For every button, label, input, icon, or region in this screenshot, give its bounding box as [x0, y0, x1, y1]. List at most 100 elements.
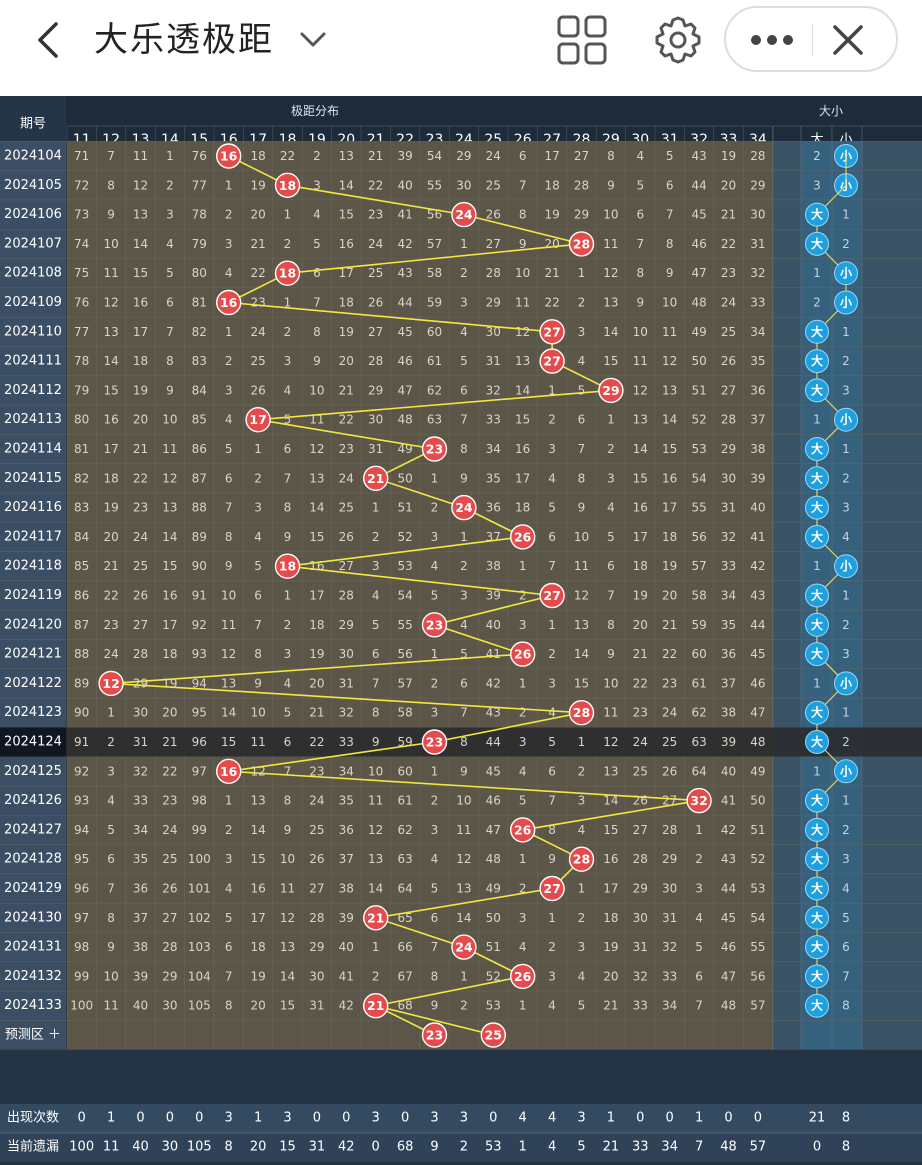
miss-value: 18 — [309, 618, 324, 632]
hit-ball-label: 26 — [514, 969, 532, 984]
miss-value: 6 — [607, 559, 615, 573]
miss-value: 48 — [486, 852, 501, 866]
miss-value: 46 — [486, 794, 501, 808]
miss-value: 99 — [74, 969, 89, 983]
miss-value: 2 — [578, 764, 586, 778]
miss-value: 71 — [74, 149, 89, 163]
miss-value: 24 — [309, 794, 324, 808]
miss-value: 91 — [192, 589, 207, 603]
big-ball-label: 大 — [811, 998, 823, 1013]
miss-value: 21 — [162, 735, 177, 749]
big-miss-value: 1 — [813, 266, 821, 280]
small-ball-label: 小 — [840, 675, 852, 690]
miss-value: 31 — [309, 999, 324, 1013]
big-ball-label: 大 — [811, 822, 823, 837]
miss-value: 19 — [339, 325, 354, 339]
miss-value: 24 — [486, 149, 501, 163]
issue-number-2024130: 2024130 — [4, 910, 62, 925]
miss-value: 6 — [107, 852, 115, 866]
miss-value: 55 — [691, 501, 706, 515]
small-ball-label: 小 — [840, 412, 852, 427]
issue-number-2024109: 2024109 — [4, 295, 62, 310]
miss-value: 24 — [633, 735, 648, 749]
miss-value: 14 — [662, 413, 677, 427]
miss-value: 41 — [486, 647, 501, 661]
miss-value: 36 — [339, 823, 354, 837]
gear-icon[interactable] — [650, 12, 706, 68]
miss-value: 92 — [74, 764, 89, 778]
close-icon[interactable] — [830, 22, 866, 58]
miss-value: 16 — [339, 237, 354, 251]
miss-value: 2 — [460, 559, 468, 573]
miss-value: 11 — [162, 442, 177, 456]
miss-value: 31 — [368, 442, 383, 456]
miss-value: 21 — [368, 149, 383, 163]
miss-value: 14 — [603, 325, 618, 339]
more-icon[interactable] — [746, 26, 798, 54]
miss-value: 26 — [721, 354, 736, 368]
miss-value: 30 — [750, 208, 765, 222]
grid-icon[interactable] — [556, 14, 608, 66]
miss-value: 23 — [103, 618, 118, 632]
miss-value: 35 — [486, 471, 501, 485]
miss-value: 6 — [284, 735, 292, 749]
miss-value: 4 — [607, 501, 615, 515]
stats-value: 0 — [754, 1111, 762, 1126]
miss-value: 18 — [162, 647, 177, 661]
miss-value: 4 — [636, 149, 644, 163]
miss-value: 5 — [225, 442, 233, 456]
small-ball-label: 小 — [840, 558, 852, 573]
miss-value: 22 — [133, 471, 148, 485]
miss-value: 2 — [254, 471, 262, 485]
miss-value: 8 — [431, 969, 439, 983]
miss-value: 46 — [691, 237, 706, 251]
stats-value: 4 — [548, 1140, 556, 1155]
miss-value: 18 — [250, 149, 265, 163]
miss-value: 7 — [431, 940, 439, 954]
miss-value: 7 — [372, 676, 380, 690]
miss-value: 10 — [221, 589, 236, 603]
hit-ball-label: 26 — [514, 529, 532, 544]
miss-value: 9 — [548, 852, 556, 866]
miss-value: 5 — [225, 911, 233, 925]
miss-value: 13 — [456, 882, 471, 896]
hit-ball-label: 18 — [279, 266, 296, 281]
miss-value: 14 — [103, 354, 118, 368]
miss-value: 30 — [309, 969, 324, 983]
miss-value: 31 — [633, 940, 648, 954]
miss-value: 20 — [162, 706, 177, 720]
miss-value: 47 — [691, 266, 706, 280]
miss-value: 26 — [309, 852, 324, 866]
miss-value: 13 — [162, 501, 177, 515]
miss-value: 27 — [486, 237, 501, 251]
hit-ball-label: 23 — [426, 735, 443, 750]
miss-value: 14 — [368, 882, 383, 896]
hit-ball-label: 28 — [573, 852, 590, 867]
miss-value: 89 — [74, 676, 89, 690]
chevron-down-icon[interactable] — [298, 26, 328, 52]
miss-value: 5 — [519, 794, 527, 808]
miss-value: 1 — [225, 178, 233, 192]
miss-value: 1 — [166, 149, 174, 163]
big-miss-value: 2 — [813, 149, 821, 163]
back-icon[interactable] — [30, 20, 66, 60]
big-miss-value: 1 — [813, 676, 821, 690]
miss-value: 21 — [633, 647, 648, 661]
stats-value: 1 — [107, 1111, 115, 1126]
miss-value: 59 — [427, 296, 442, 310]
miss-value: 33 — [750, 296, 765, 310]
miss-value: 44 — [721, 882, 736, 896]
miss-value: 19 — [633, 589, 648, 603]
miss-value: 33 — [486, 413, 501, 427]
page-title[interactable]: 大乐透极距 — [94, 18, 274, 62]
miss-value: 20 — [662, 589, 677, 603]
miss-value: 21 — [250, 237, 265, 251]
small-miss-value: 1 — [842, 442, 850, 456]
miss-value: 29 — [750, 178, 765, 192]
miss-value: 7 — [284, 764, 292, 778]
miss-value: 41 — [750, 530, 765, 544]
miss-value: 19 — [250, 969, 265, 983]
issue-number-2024122: 2024122 — [4, 676, 62, 691]
miss-value: 3 — [166, 208, 174, 222]
miss-value: 17 — [250, 911, 265, 925]
